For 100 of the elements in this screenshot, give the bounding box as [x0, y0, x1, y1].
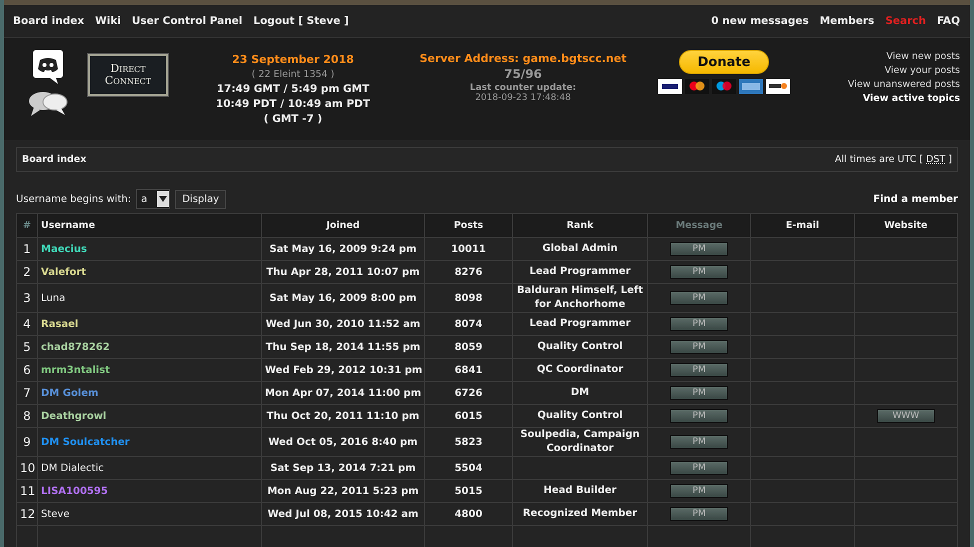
pm-button[interactable]: PM: [670, 484, 728, 498]
filter-label: Username begins with:: [16, 194, 132, 204]
column-header[interactable]: Joined: [262, 214, 424, 238]
row-number: 5: [16, 336, 38, 358]
joined-cell: Sat May 16, 2009 8:00 pm: [262, 284, 424, 312]
joined-cell: Wed Oct 05, 2016 8:40 pm: [262, 428, 424, 456]
posts-cell: 6726: [424, 382, 512, 404]
breadcrumb-link[interactable]: Board index: [22, 154, 86, 165]
website-button[interactable]: WWW: [876, 409, 935, 423]
caret-icon[interactable]: [159, 196, 168, 202]
rank-cell: DM: [512, 382, 648, 404]
time-text: 17:49 GMT / 5:49 pm GMT: [216, 82, 370, 97]
posts-link[interactable]: View active topics: [862, 92, 960, 106]
pm-button[interactable]: PM: [670, 242, 728, 256]
rank-cell: Lead Programmer: [512, 260, 648, 284]
pm-button[interactable]: PM: [670, 317, 728, 331]
pm-button[interactable]: PM: [670, 507, 728, 521]
username-link[interactable]: Maecius: [41, 244, 87, 254]
username-link[interactable]: Steve: [41, 508, 70, 520]
posts-cell: 5823: [424, 428, 512, 456]
nav-link[interactable]: Logout [ Steve ]: [253, 15, 349, 27]
rank-cell: Recognized Member: [512, 502, 648, 526]
joined-cell: Wed Jun 30, 2010 11:52 am: [262, 312, 424, 336]
rank-cell: Quality Control: [512, 336, 648, 358]
username-link[interactable]: chad878262: [41, 342, 110, 352]
username-link[interactable]: LISA100595: [41, 486, 108, 496]
posts-cell: 4800: [424, 502, 512, 526]
posts-cell: 8098: [424, 284, 512, 312]
joined-cell: Thu Sep 18, 2014 11:55 pm: [262, 336, 424, 358]
chat-bubble-icon[interactable]: [33, 50, 63, 84]
payment-card-icon: [766, 79, 790, 94]
nav-link[interactable]: User Control Panel: [132, 15, 242, 27]
pm-button[interactable]: PM: [670, 386, 728, 400]
nav-link[interactable]: Members: [820, 15, 874, 27]
row-number: 1: [16, 238, 38, 260]
column-header[interactable]: Posts: [424, 214, 512, 238]
payment-card-icon: [658, 79, 682, 94]
nav-link[interactable]: 0 new messages: [711, 15, 809, 27]
letter-dropdown[interactable]: a: [136, 189, 170, 209]
pm-button[interactable]: PM: [670, 291, 728, 305]
posts-cell: 8074: [424, 312, 512, 336]
rank-cell: Balduran Himself, Left for Anchorhome: [512, 284, 648, 312]
nav-link[interactable]: FAQ: [936, 15, 960, 27]
find-member-link[interactable]: Find a member: [873, 194, 958, 204]
posts-link[interactable]: View your posts: [884, 64, 960, 78]
column-header[interactable]: Message: [648, 214, 751, 238]
rank-cell: Global Admin: [512, 238, 648, 260]
username-link[interactable]: DM Dialectic: [41, 462, 104, 474]
row-number: 7: [16, 382, 38, 404]
pm-button[interactable]: PM: [670, 461, 728, 475]
username-link[interactable]: Rasael: [41, 318, 78, 330]
joined-cell: Mon Aug 22, 2011 5:23 pm: [262, 480, 424, 502]
counter-label: Last counter update:: [470, 83, 576, 93]
column-header[interactable]: E-mail: [750, 214, 854, 238]
row-number: 12: [16, 502, 38, 526]
joined-cell: Wed Jul 08, 2015 10:42 am: [262, 502, 424, 526]
row-number: 4: [16, 312, 38, 336]
joined-cell: Sat Sep 13, 2014 7:21 pm: [262, 456, 424, 480]
username-link[interactable]: DM Golem: [41, 388, 98, 398]
column-header[interactable]: Rank: [512, 214, 648, 238]
joined-cell: Thu Oct 20, 2011 11:10 pm: [262, 404, 424, 428]
joined-cell: Mon Apr 07, 2014 11:00 pm: [262, 382, 424, 404]
payment-card-icon: [685, 79, 709, 94]
row-number: 8: [16, 404, 38, 428]
rank-cell: Soulpedia, Campaign Coordinator: [512, 428, 648, 456]
game-date-text: ( 22 Eleint 1354 ): [252, 68, 334, 82]
nav-link[interactable]: Wiki: [95, 15, 121, 27]
display-button[interactable]: Display: [175, 190, 226, 208]
time-text: ( GMT -7 ): [264, 112, 322, 127]
row-number: 6: [16, 358, 38, 382]
column-header[interactable]: #: [16, 214, 38, 238]
dst-link[interactable]: DST: [926, 154, 946, 165]
pm-button[interactable]: PM: [670, 265, 728, 279]
posts-link[interactable]: View new posts: [886, 50, 960, 64]
posts-link[interactable]: View unanswered posts: [848, 78, 960, 92]
column-header[interactable]: Website: [854, 214, 958, 238]
timezone-text: All times are UTC [ DST ]: [834, 154, 952, 165]
username-link[interactable]: Valefort: [41, 266, 86, 278]
posts-cell: 8059: [424, 336, 512, 358]
pm-button[interactable]: PM: [670, 363, 728, 377]
row-number: 2: [16, 260, 38, 284]
nav-link[interactable]: Board index: [13, 15, 84, 27]
joined-cell: Sat May 16, 2009 9:24 pm: [262, 238, 424, 260]
speech-bubbles-icon[interactable]: [28, 90, 68, 118]
server-address: Server Address: game.bgtscc.net: [420, 52, 626, 65]
posts-cell: 8276: [424, 260, 512, 284]
payment-card-icon: [712, 79, 736, 94]
counter-time: 2018-09-23 17:48:48: [475, 93, 571, 103]
direct-connect-button[interactable]: Direct Connect: [88, 54, 168, 96]
posts-cell: 6015: [424, 404, 512, 428]
pm-button[interactable]: PM: [670, 340, 728, 354]
joined-cell: Wed Feb 29, 2012 10:31 pm: [262, 358, 424, 382]
donate-button[interactable]: Donate: [679, 50, 769, 74]
username-link[interactable]: Luna: [41, 292, 66, 304]
username-link[interactable]: DM Soulcatcher: [41, 436, 130, 448]
column-header[interactable]: Username: [38, 214, 262, 238]
pm-button[interactable]: PM: [670, 435, 728, 449]
pm-button[interactable]: PM: [670, 409, 728, 423]
username-link[interactable]: Deathgrowl: [41, 410, 106, 422]
username-link[interactable]: mrm3ntalist: [41, 364, 110, 376]
